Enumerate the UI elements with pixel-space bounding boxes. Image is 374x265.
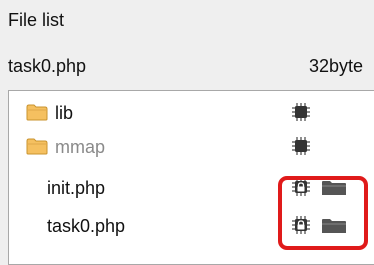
folder-icon xyxy=(26,104,48,121)
file-item-label: init.php xyxy=(47,178,106,198)
file-item-label: lib xyxy=(55,103,74,123)
file-item-mmap[interactable]: mmap xyxy=(9,130,374,164)
file-item-label: task0.php xyxy=(47,216,126,236)
selected-file-name: task0.php xyxy=(8,56,87,76)
highlight-box xyxy=(278,176,368,250)
file-list-title: File list xyxy=(8,10,65,30)
file-item-lib[interactable]: lib xyxy=(9,96,374,130)
folder-icon xyxy=(26,138,48,155)
selected-file-size: 32byte xyxy=(309,56,364,76)
chip-icon[interactable] xyxy=(291,136,311,156)
file-item-label: mmap xyxy=(55,137,106,157)
chip-icon[interactable] xyxy=(291,102,311,122)
